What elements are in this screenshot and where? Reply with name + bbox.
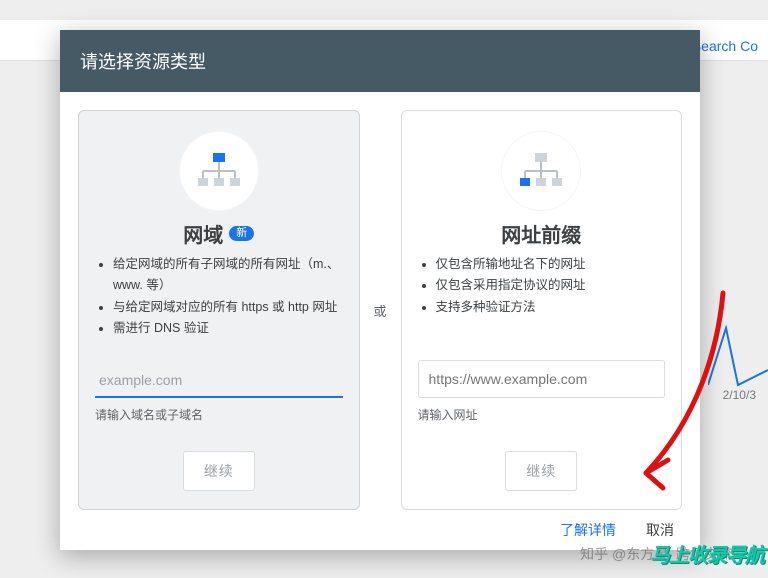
list-item: 给定网域的所有子网域的所有网址（m.、www. 等） <box>113 254 343 297</box>
card-url-prefix[interactable]: 网址前缀 仅包含所输地址名下的网址 仅包含采用指定协议的网址 支持多种验证方法 … <box>401 110 683 510</box>
list-item: 与给定网域对应的所有 https 或 http 网址 <box>113 297 343 318</box>
property-type-dialog: 请选择资源类型 网域 新 <box>60 30 700 550</box>
list-item: 支持多种验证方法 <box>436 297 666 318</box>
bg-search-console-label: Search Co <box>692 38 758 54</box>
learn-more-link[interactable]: 了解详情 <box>560 520 616 540</box>
card-prefix-bullets: 仅包含所输地址名下的网址 仅包含采用指定协议的网址 支持多种验证方法 <box>418 254 666 318</box>
card-domain[interactable]: 网域 新 给定网域的所有子网域的所有网址（m.、www. 等） 与给定网域对应的… <box>78 110 360 510</box>
cancel-button[interactable]: 取消 <box>646 520 674 540</box>
dialog-footer: 了解详情 取消 <box>60 514 700 550</box>
list-item: 仅包含所输地址名下的网址 <box>436 254 666 275</box>
url-prefix-input[interactable] <box>418 360 666 398</box>
card-prefix-title-row: 网址前缀 <box>501 219 581 248</box>
card-prefix-title: 网址前缀 <box>501 219 581 248</box>
domain-helper-text: 请输入域名或子域名 <box>95 406 343 423</box>
bg-date-tick: 2/10/3 <box>723 388 756 402</box>
domain-continue-button[interactable]: 继续 <box>183 451 255 491</box>
sitemap-domain-icon <box>179 131 259 211</box>
card-domain-title: 网域 <box>183 219 223 248</box>
url-prefix-continue-button[interactable]: 继续 <box>505 451 577 491</box>
domain-input[interactable] <box>95 364 343 398</box>
dialog-title: 请选择资源类型 <box>60 30 700 92</box>
card-domain-bullets: 给定网域的所有子网域的所有网址（m.、www. 等） 与给定网域对应的所有 ht… <box>95 254 343 339</box>
url-prefix-helper-text: 请输入网址 <box>418 406 666 423</box>
dialog-body: 网域 新 给定网域的所有子网域的所有网址（m.、www. 等） 与给定网域对应的… <box>60 92 700 514</box>
card-domain-title-row: 网域 新 <box>183 219 254 248</box>
list-item: 仅包含采用指定协议的网址 <box>436 275 666 296</box>
list-item: 需进行 DNS 验证 <box>113 318 343 339</box>
or-separator: 或 <box>374 301 387 320</box>
new-badge: 新 <box>229 226 254 241</box>
sitemap-prefix-icon <box>501 131 581 211</box>
